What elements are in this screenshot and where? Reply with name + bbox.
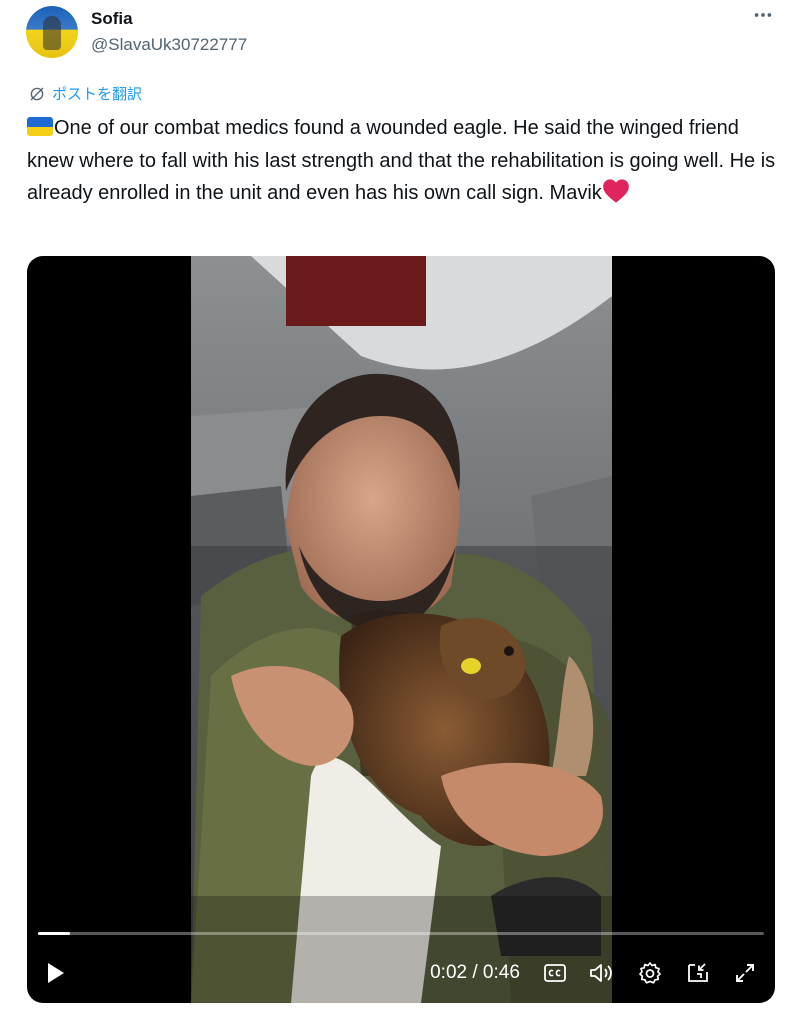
volume-icon[interactable] <box>587 956 617 990</box>
tweet: Sofia @SlavaUk30722777 ポストを翻訳 One of our… <box>0 0 800 1019</box>
settings-icon[interactable] <box>635 956 665 990</box>
progress-bar[interactable] <box>38 932 764 935</box>
translate-link[interactable]: ポストを翻訳 <box>28 83 142 104</box>
author-handle[interactable]: @SlavaUk30722777 <box>91 35 247 55</box>
post-text: One of our combat medics found a wounded… <box>27 112 777 210</box>
captions-icon[interactable] <box>541 956 569 990</box>
video-frame <box>191 256 612 1003</box>
author-name[interactable]: Sofia <box>91 9 133 29</box>
red-heart-icon <box>602 179 629 203</box>
more-options-icon[interactable] <box>752 4 774 26</box>
pip-icon[interactable] <box>683 956 713 990</box>
fullscreen-icon[interactable] <box>730 956 760 990</box>
avatar[interactable] <box>26 6 78 58</box>
translate-label: ポストを翻訳 <box>52 86 143 103</box>
translate-icon <box>30 87 44 100</box>
progress-fill <box>38 932 70 935</box>
ukraine-flag-icon <box>27 117 53 136</box>
post-body: One of our combat medics found a wounded… <box>27 117 776 204</box>
video-player[interactable]: 0:02 / 0:46 <box>27 256 775 1003</box>
play-icon[interactable] <box>41 956 71 990</box>
time-display: 0:02 / 0:46 <box>430 962 520 983</box>
